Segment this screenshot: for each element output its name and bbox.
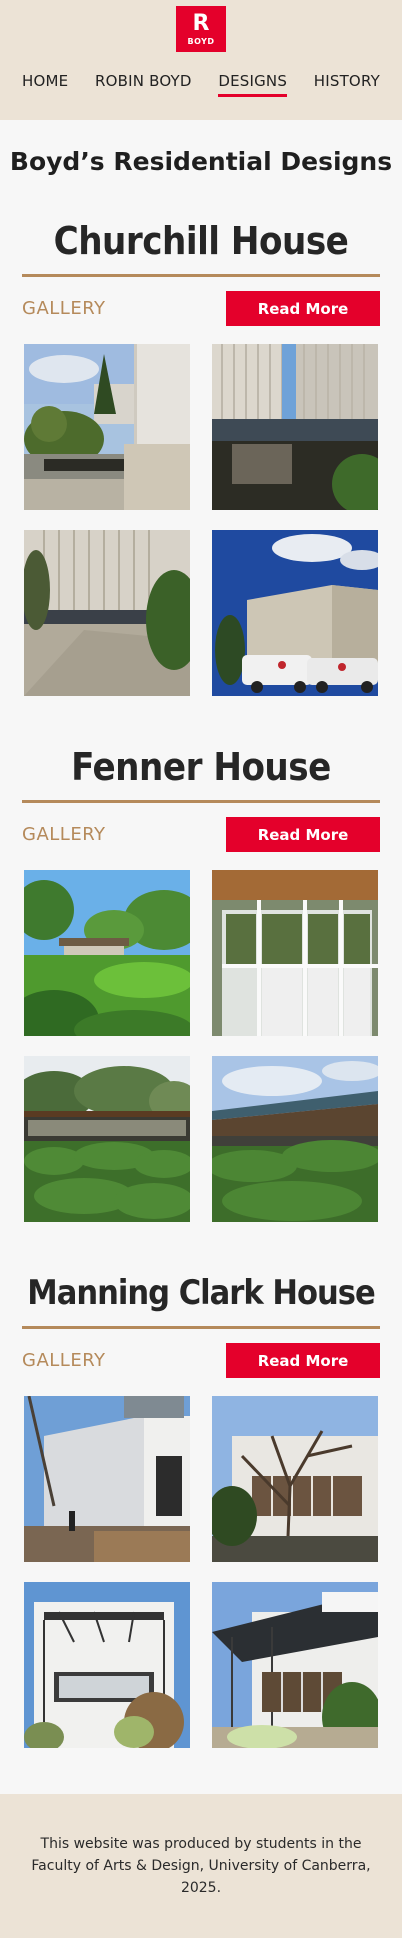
site-footer: This website was produced by students in… xyxy=(0,1794,402,1938)
photo-grid xyxy=(24,344,378,696)
divider xyxy=(22,274,380,277)
photo-balcony-pergola[interactable] xyxy=(212,1582,378,1748)
photo-two-storey-pergola[interactable] xyxy=(24,1582,190,1748)
gallery-header: GALLERY Read More xyxy=(22,817,380,852)
gallery-label: GALLERY xyxy=(22,1350,106,1371)
house-title: Churchill House xyxy=(53,219,349,263)
nav-home[interactable]: HOME xyxy=(22,72,68,97)
site-header: R BOYD HOME ROBIN BOYD DESIGNS HISTORY xyxy=(0,0,402,120)
photo-white-brick-house[interactable] xyxy=(24,1396,190,1562)
photo-garden-courtyard[interactable] xyxy=(24,344,190,510)
main-content: Boyd’s Residential Designs Churchill Hou… xyxy=(0,130,402,1748)
read-more-button[interactable]: Read More xyxy=(226,1343,380,1378)
divider xyxy=(22,1326,380,1329)
logo-word: BOYD xyxy=(187,36,215,46)
house-section-manning-clark: Manning Clark House GALLERY Read More xyxy=(0,1268,402,1748)
nav-history[interactable]: HISTORY xyxy=(314,72,380,97)
gallery-header: GALLERY Read More xyxy=(22,291,380,326)
house-title: Fenner House xyxy=(71,745,331,789)
gallery-label: GALLERY xyxy=(22,298,106,319)
main-nav: HOME ROBIN BOYD DESIGNS HISTORY xyxy=(0,72,402,97)
photo-bare-tree-house[interactable] xyxy=(212,1396,378,1562)
photo-grid xyxy=(24,870,378,1222)
photo-green-garden[interactable] xyxy=(24,870,190,1036)
read-more-button[interactable]: Read More xyxy=(226,817,380,852)
nav-robin-boyd[interactable]: ROBIN BOYD xyxy=(95,72,192,97)
house-section-churchill: Churchill House GALLERY Read More xyxy=(0,216,402,696)
house-section-fenner: Fenner House GALLERY Read More xyxy=(0,742,402,1222)
photo-grid xyxy=(24,1396,378,1748)
logo-letter: R xyxy=(192,10,210,36)
photo-pond-facade[interactable] xyxy=(212,344,378,510)
photo-house-roofline[interactable] xyxy=(212,1056,378,1222)
gallery-label: GALLERY xyxy=(22,824,106,845)
house-title: Manning Clark House xyxy=(27,1273,375,1313)
nav-designs[interactable]: DESIGNS xyxy=(218,72,288,97)
photo-house-hedge[interactable] xyxy=(24,1056,190,1222)
divider xyxy=(22,800,380,803)
photo-building-vans[interactable] xyxy=(212,530,378,696)
gallery-header: GALLERY Read More xyxy=(22,1343,380,1378)
boyd-logo[interactable]: R BOYD xyxy=(176,6,226,52)
page-title: Boyd’s Residential Designs xyxy=(9,147,393,176)
read-more-button[interactable]: Read More xyxy=(226,291,380,326)
photo-window-wall[interactable] xyxy=(212,870,378,1036)
photo-paved-courtyard[interactable] xyxy=(24,530,190,696)
footer-text: This website was produced by students in… xyxy=(31,1836,371,1896)
